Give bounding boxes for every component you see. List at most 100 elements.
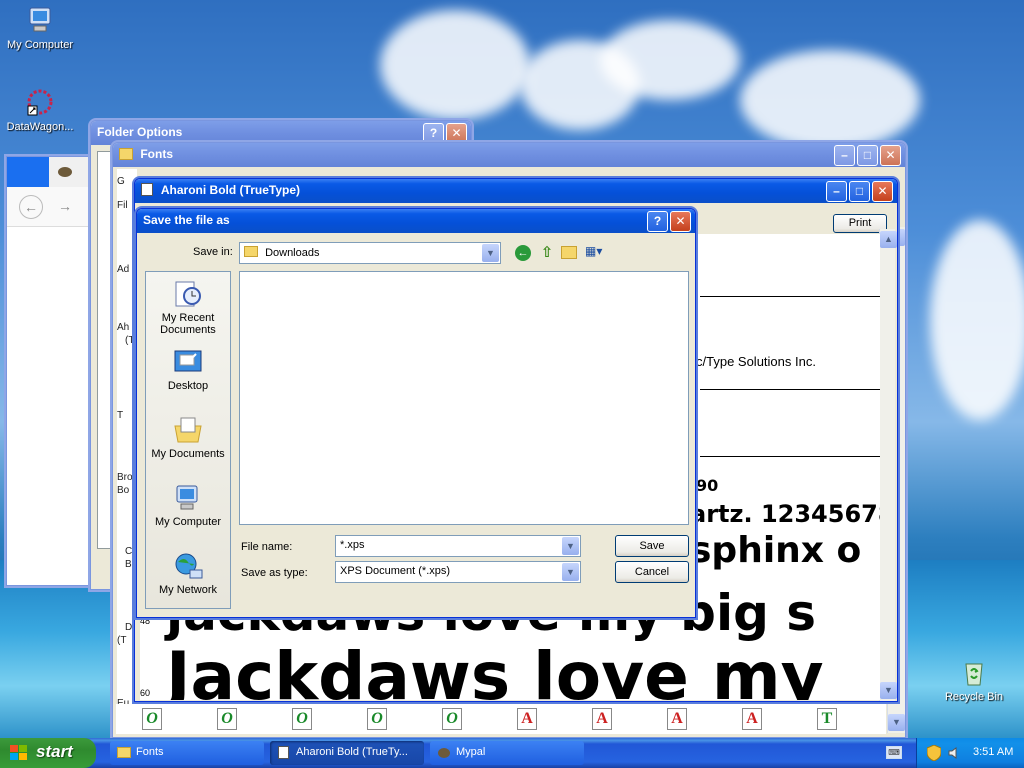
close-button[interactable]: ✕	[446, 123, 467, 144]
place-desktop[interactable]: Desktop	[146, 340, 230, 408]
datawagon-icon	[24, 86, 56, 118]
opentype-font-icon[interactable]: O	[292, 708, 312, 730]
scroll-down-arrow[interactable]: ▼	[880, 682, 897, 699]
opentype-font-icon[interactable]: O	[442, 708, 462, 730]
wallpaper-cloud	[930, 220, 1024, 420]
save-button[interactable]: Save	[615, 535, 689, 557]
font-viewer-scrollbar[interactable]: ▲ ▼	[879, 229, 897, 701]
save-dialog-titlebar[interactable]: Save the file as ? ✕	[137, 209, 695, 233]
up-folder-icon[interactable]: ⇧	[539, 244, 555, 262]
file-name-value: *.xps	[340, 539, 365, 551]
partial-label: T	[117, 410, 124, 421]
security-shield-icon[interactable]	[926, 744, 942, 762]
partial-label: Ah	[117, 322, 130, 333]
save-file-dialog[interactable]: Save the file as ? ✕ Save in: Downloads …	[136, 208, 696, 618]
place-my-network[interactable]: My Network	[146, 544, 230, 612]
back-icon[interactable]: ←	[515, 245, 531, 261]
place-my-computer[interactable]: My Computer	[146, 476, 230, 544]
taskbar-item-aharoni[interactable]: Aharoni Bold (TrueTy...	[270, 741, 424, 765]
partial-label: C	[125, 546, 133, 557]
close-button[interactable]: ✕	[880, 145, 901, 166]
help-button[interactable]: ?	[423, 123, 444, 144]
font-file-icon	[141, 183, 153, 196]
chevron-down-icon[interactable]: ▼	[482, 244, 499, 262]
fonts-icon-row: O O O O O A A A A T	[116, 704, 886, 734]
divider	[700, 389, 880, 390]
place-my-recent-documents[interactable]: My Recent Documents	[146, 272, 230, 340]
maximize-button[interactable]: □	[857, 145, 878, 166]
help-button[interactable]: ?	[647, 211, 668, 232]
minimize-button[interactable]: –	[834, 145, 855, 166]
minimize-button[interactable]: –	[826, 181, 847, 202]
wallpaper-cloud	[380, 10, 530, 120]
file-name-input[interactable]: *.xps ▼	[335, 535, 581, 557]
partial-label: G	[117, 176, 125, 187]
save-in-label: Save in:	[193, 246, 233, 258]
close-button[interactable]: ✕	[872, 181, 893, 202]
cancel-button[interactable]: Cancel	[615, 561, 689, 583]
close-button[interactable]: ✕	[670, 211, 691, 232]
save-as-type-label: Save as type:	[241, 567, 308, 579]
desktop-icon-datawagon[interactable]: DataWagon...	[0, 86, 80, 133]
place-label: My Recent Documents	[160, 312, 216, 336]
raster-font-icon[interactable]: A	[517, 708, 537, 730]
sample-line-36: sphinx o	[690, 530, 862, 571]
fonts-titlebar[interactable]: Fonts – □ ✕	[113, 143, 905, 167]
clock[interactable]: 3:51 AM	[973, 746, 1013, 758]
folder-icon	[119, 148, 133, 160]
wallpaper-cloud	[600, 20, 740, 100]
desktop-icon-my-computer[interactable]: My Computer	[0, 4, 80, 51]
mypal-icon	[437, 747, 451, 759]
computer-icon	[172, 482, 204, 514]
desktop-icon	[172, 346, 204, 378]
start-button[interactable]: start	[0, 738, 96, 768]
opentype-font-icon[interactable]: O	[217, 708, 237, 730]
file-list[interactable]	[239, 271, 689, 525]
taskbar-item-fonts[interactable]: Fonts	[110, 741, 264, 765]
font-file-icon	[278, 746, 289, 759]
places-bar: My Recent Documents Desktop My Documents…	[145, 271, 231, 609]
raster-font-icon[interactable]: A	[742, 708, 762, 730]
partial-label: Ad	[117, 264, 130, 275]
keyboard-icon[interactable]: ⌨	[886, 746, 902, 759]
views-menu-icon[interactable]: ▦▾	[585, 244, 609, 262]
desktop-icon-label: Recycle Bin	[944, 691, 1004, 703]
recent-documents-icon	[172, 278, 204, 310]
browser-tab-active[interactable]	[7, 157, 49, 187]
font-viewer-titlebar[interactable]: Aharoni Bold (TrueType) – □ ✕	[135, 179, 897, 203]
place-my-documents[interactable]: My Documents	[146, 408, 230, 476]
partial-label: B	[125, 559, 132, 570]
scroll-down-arrow[interactable]: ▼	[888, 714, 905, 731]
system-tray: 3:51 AM	[916, 738, 1024, 768]
start-label: start	[36, 742, 73, 761]
truetype-font-icon[interactable]: T	[817, 708, 837, 730]
divider	[700, 456, 880, 457]
chevron-down-icon[interactable]: ▼	[562, 537, 579, 555]
desktop-icon-label: DataWagon...	[6, 121, 74, 133]
window-title: Folder Options	[97, 125, 183, 139]
new-folder-icon[interactable]	[561, 246, 577, 259]
desktop-icon-recycle-bin[interactable]: Recycle Bin	[934, 656, 1014, 703]
save-in-dropdown[interactable]: Downloads ▼	[239, 242, 501, 264]
taskbar-item-mypal[interactable]: Mypal	[430, 741, 584, 765]
opentype-font-icon[interactable]: O	[142, 708, 162, 730]
save-as-type-dropdown[interactable]: XPS Document (*.xps) ▼	[335, 561, 581, 583]
taskbar: start Fonts Aharoni Bold (TrueTy... Mypa…	[0, 738, 1024, 768]
raster-font-icon[interactable]: A	[592, 708, 612, 730]
partial-label: D	[125, 622, 133, 633]
volume-icon[interactable]	[947, 746, 961, 760]
opentype-font-icon[interactable]: O	[367, 708, 387, 730]
partial-label: Bro	[117, 472, 133, 483]
scroll-up-arrow[interactable]: ▲	[880, 231, 897, 248]
chevron-down-icon[interactable]: ▼	[562, 563, 579, 581]
task-label: Aharoni Bold (TrueTy...	[296, 746, 408, 758]
raster-font-icon[interactable]: A	[667, 708, 687, 730]
computer-icon	[24, 4, 56, 36]
place-label: My Computer	[154, 516, 222, 528]
forward-arrow-icon[interactable]: →	[53, 195, 77, 219]
folder-icon	[117, 747, 131, 758]
back-arrow-icon[interactable]: ←	[19, 195, 43, 219]
save-as-type-value: XPS Document (*.xps)	[340, 565, 451, 577]
maximize-button[interactable]: □	[849, 181, 870, 202]
recycle-bin-icon	[958, 656, 990, 688]
